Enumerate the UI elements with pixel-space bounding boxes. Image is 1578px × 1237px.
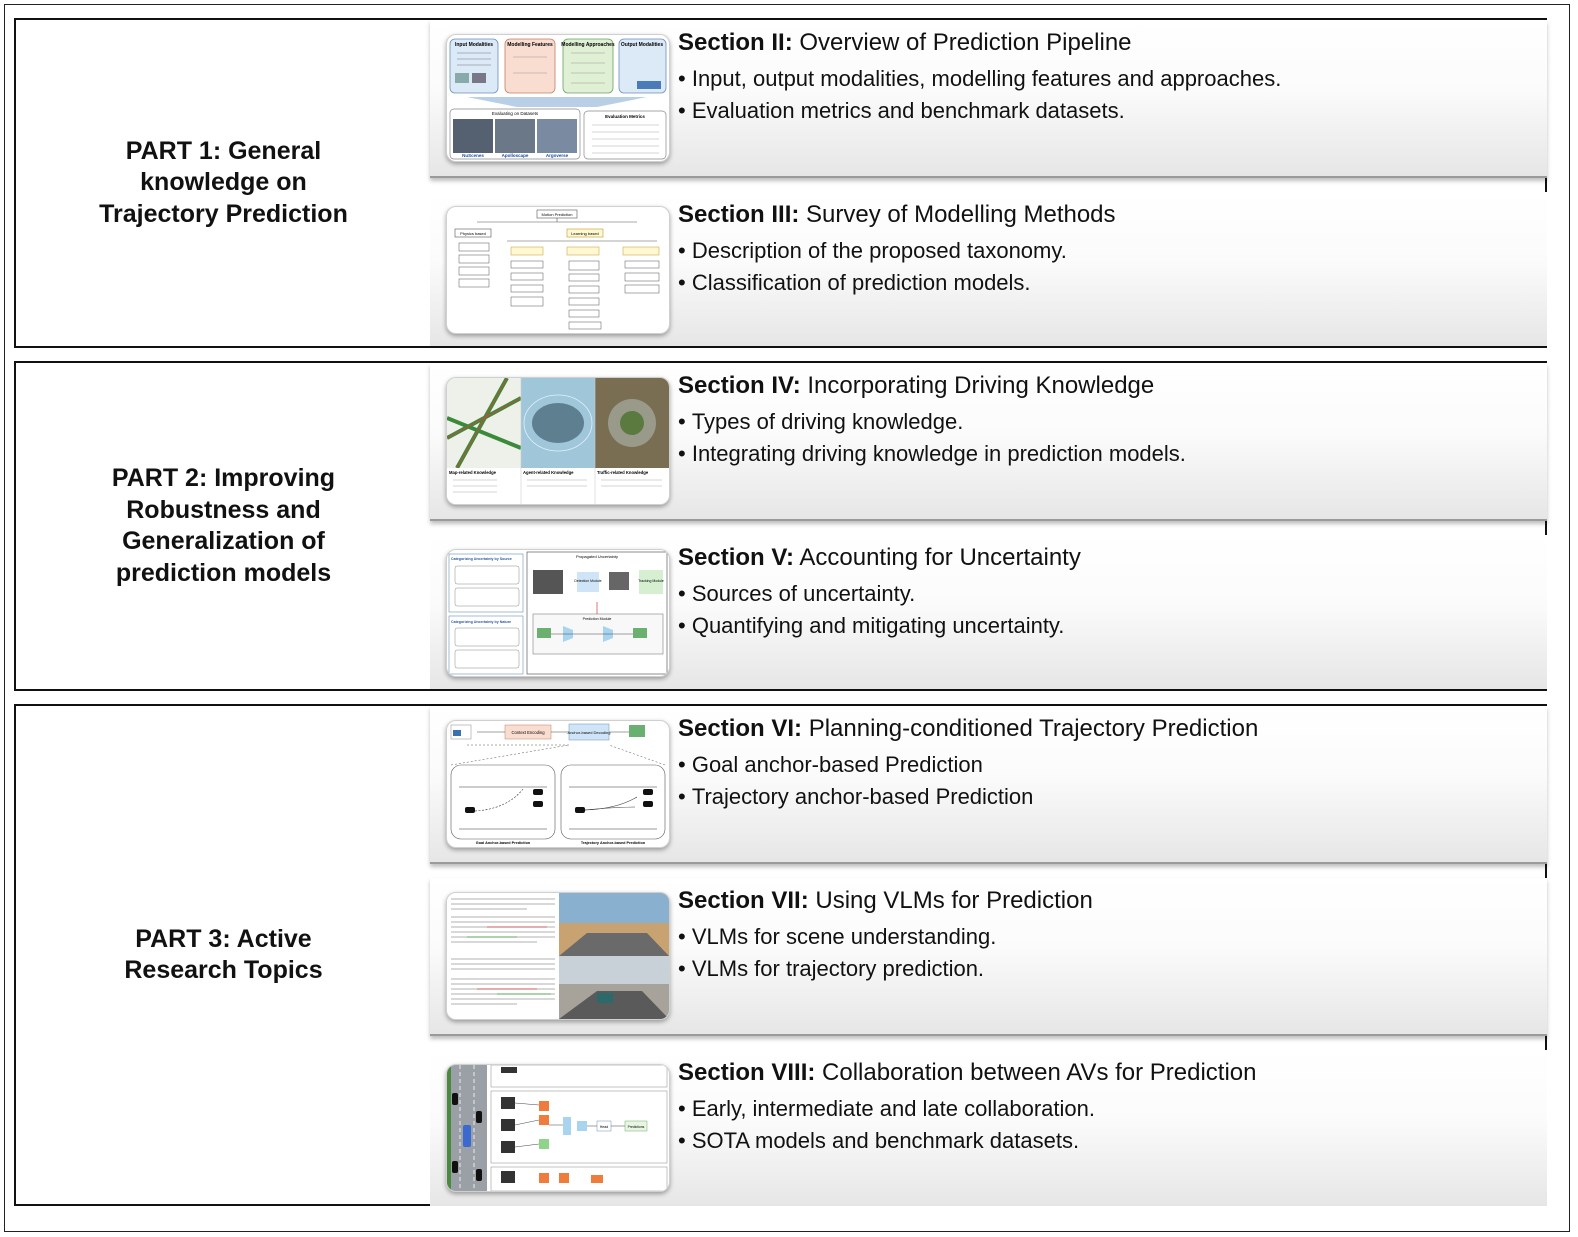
section-iii-bullet-1: Description of the proposed taxonomy. xyxy=(678,238,1067,264)
trajectory-anchor-caption: Trajectory Anchor-based Prediction xyxy=(581,841,646,845)
input-modalities-label: Input Modalities xyxy=(455,42,493,48)
planning-conditioned-diagram: Context Encoding Anchor-based Decoding G… xyxy=(450,723,666,845)
section-viii-number: Section VIII: xyxy=(678,1059,816,1086)
part-2-label-text: PART 2: Improving Robustness and General… xyxy=(111,464,336,587)
section-ii-title: Section II: Overview of Prediction Pipel… xyxy=(678,29,1132,57)
section-iii-heading: Survey of Modelling Methods xyxy=(806,201,1116,228)
section-v-thumbnail: Categorizing Uncertainty by Source Categ… xyxy=(446,549,670,677)
section-ii-thumbnail: Input Modalities Modelling Features Mode… xyxy=(446,34,670,162)
section-ii-bullets: Input, output modalities, modelling feat… xyxy=(678,66,1282,130)
section-viii-title: Section VIII: Collaboration between AVs … xyxy=(678,1059,1257,1087)
predictions-box: Predictions xyxy=(628,1125,645,1129)
traffic-knowledge-caption: Traffic-related Knowledge xyxy=(597,470,649,475)
section-v-bullets: Sources of uncertainty. Quantifying and … xyxy=(678,581,1065,645)
goal-anchor-caption: Goal Anchor-based Prediction xyxy=(476,841,531,845)
section-v-row: Categorizing Uncertainty by Source Categ… xyxy=(430,535,1547,689)
section-vi-bullet-2: Trajectory anchor-based Prediction xyxy=(678,784,1034,810)
section-vii-bullet-1: VLMs for scene understanding. xyxy=(678,924,997,950)
dataset-argoverse: Argoverse xyxy=(546,153,569,158)
part-1-label-text: PART 1: General knowledge on Trajectory … xyxy=(99,136,348,228)
section-vi-bullets: Goal anchor-based Prediction Trajectory … xyxy=(678,752,1034,816)
section-v-bullet-1: Sources of uncertainty. xyxy=(678,581,1064,607)
section-iv-bullet-2: Integrating driving knowledge in predict… xyxy=(678,441,1186,467)
section-iii-thumbnail: Motion Prediction Physics based Learning… xyxy=(446,206,670,334)
section-vi-thumbnail: Context Encoding Anchor-based Decoding G… xyxy=(446,720,670,848)
evaluation-metrics-header: Evaluation Metrics xyxy=(605,114,645,119)
section-viii-row: Head Predictions Section VIII: Collabora… xyxy=(430,1050,1547,1206)
detection-module-label: Detection Module xyxy=(574,579,601,583)
tracking-module-label: Tracking Module xyxy=(638,579,664,583)
output-modalities-label: Output Modalities xyxy=(621,42,663,48)
prediction-module-label: Prediction Module xyxy=(583,617,612,621)
anchor-decoding-box: Anchor-based Decoding xyxy=(568,730,611,735)
physics-based-node: Physics based xyxy=(460,231,486,236)
learning-based-node: Learning based xyxy=(571,231,599,236)
collaboration-diagram: Head Predictions xyxy=(447,1065,668,1191)
prediction-pipeline-diagram: Input Modalities Modelling Features Mode… xyxy=(449,38,667,160)
section-iv-bullet-1: Types of driving knowledge. xyxy=(678,409,1186,435)
section-iv-title: Section IV: Incorporating Driving Knowle… xyxy=(678,372,1154,400)
section-ii-bullet-1: Input, output modalities, modelling feat… xyxy=(678,66,1282,92)
part-2-box: PART 2: Improving Robustness and General… xyxy=(14,361,1547,691)
section-vi-title: Section VI: Planning-conditioned Traject… xyxy=(678,715,1258,743)
section-v-title: Section V: Accounting for Uncertainty xyxy=(678,544,1081,572)
part-3-box: PART 3: Active Research Topics Context E… xyxy=(14,704,1547,1206)
map-knowledge-caption: Map-related Knowledge xyxy=(449,470,497,475)
section-vi-row: Context Encoding Anchor-based Decoding G… xyxy=(430,706,1547,864)
part-3-label-text: PART 3: Active Research Topics xyxy=(124,924,323,985)
part-1-label: PART 1: General knowledge on Trajectory … xyxy=(16,20,431,346)
section-vii-bullets: VLMs for scene understanding. VLMs for t… xyxy=(678,924,997,988)
section-iii-bullets: Description of the proposed taxonomy. Cl… xyxy=(678,238,1067,302)
section-vi-bullet-1: Goal anchor-based Prediction xyxy=(678,752,1033,778)
section-iii-bullet-2: Classification of prediction models. xyxy=(678,270,1067,296)
uncertainty-by-nature-header: Categorizing Uncertainty by Nature xyxy=(451,620,511,624)
section-ii-number: Section II: xyxy=(678,29,793,56)
section-ii-row: Input Modalities Modelling Features Mode… xyxy=(430,20,1547,178)
section-iv-bullets: Types of driving knowledge. Integrating … xyxy=(678,409,1186,473)
section-viii-bullet-1: Early, intermediate and late collaborati… xyxy=(678,1096,1095,1122)
part-3-label: PART 3: Active Research Topics xyxy=(16,706,431,1204)
uncertainty-by-source-header: Categorizing Uncertainty by Source xyxy=(451,557,512,561)
section-viii-bullets: Early, intermediate and late collaborati… xyxy=(678,1096,1095,1160)
section-iii-title: Section III: Survey of Modelling Methods xyxy=(678,201,1116,229)
section-vii-thumbnail xyxy=(446,892,670,1020)
section-iv-row: Map-related Knowledge Agent-related Know… xyxy=(430,363,1547,521)
dataset-nuscenes: NuScenes xyxy=(462,153,484,158)
modelling-features-label: Modelling Features xyxy=(507,42,553,48)
section-iv-thumbnail: Map-related Knowledge Agent-related Know… xyxy=(446,377,670,505)
section-vii-title: Section VII: Using VLMs for Prediction xyxy=(678,887,1093,915)
dataset-apolloscape: Apolloscape xyxy=(502,153,529,158)
propagated-uncertainty-header: Propagated Uncertainty xyxy=(576,554,618,559)
section-vii-row: Section VII: Using VLMs for Prediction V… xyxy=(430,878,1547,1036)
motion-prediction-node: Motion Prediction xyxy=(542,212,573,217)
section-vi-number: Section VI: xyxy=(678,715,803,742)
head-box: Head xyxy=(600,1125,609,1129)
section-ii-bullet-2: Evaluation metrics and benchmark dataset… xyxy=(678,98,1281,124)
section-vi-heading: Planning-conditioned Trajectory Predicti… xyxy=(808,715,1259,742)
taxonomy-tree-diagram: Motion Prediction Physics based Learning… xyxy=(454,209,660,330)
section-iv-number: Section IV: xyxy=(678,372,801,399)
section-iv-heading: Incorporating Driving Knowledge xyxy=(807,372,1155,399)
driving-knowledge-images: Map-related Knowledge Agent-related Know… xyxy=(447,378,669,504)
section-vii-bullet-2: VLMs for trajectory prediction. xyxy=(678,956,996,982)
context-encoding-box: Context Encoding xyxy=(511,730,545,735)
datasets-header: Evaluating on Datasets xyxy=(492,111,539,116)
uncertainty-diagram: Categorizing Uncertainty by Source Categ… xyxy=(448,551,668,675)
section-viii-heading: Collaboration between AVs for Prediction xyxy=(822,1059,1257,1086)
section-v-number: Section V: xyxy=(678,544,795,571)
part-2-label: PART 2: Improving Robustness and General… xyxy=(16,363,431,689)
part-1-box: PART 1: General knowledge on Trajectory … xyxy=(14,18,1547,348)
section-v-bullet-2: Quantifying and mitigating uncertainty. xyxy=(678,613,1065,639)
section-viii-bullet-2: SOTA models and benchmark datasets. xyxy=(678,1128,1095,1154)
agent-knowledge-caption: Agent-related Knowledge xyxy=(523,470,574,475)
section-viii-thumbnail: Head Predictions xyxy=(446,1064,670,1192)
vlm-prompt-images xyxy=(447,893,669,1019)
section-ii-heading: Overview of Prediction Pipeline xyxy=(799,29,1132,56)
section-iii-row: Motion Prediction Physics based Learning… xyxy=(430,192,1547,346)
section-vii-number: Section VII: xyxy=(678,887,809,914)
section-iii-number: Section III: xyxy=(678,201,800,228)
modelling-approaches-label: Modelling Approaches xyxy=(561,42,615,48)
section-v-heading: Accounting for Uncertainty xyxy=(799,544,1081,571)
section-vii-heading: Using VLMs for Prediction xyxy=(815,887,1093,914)
